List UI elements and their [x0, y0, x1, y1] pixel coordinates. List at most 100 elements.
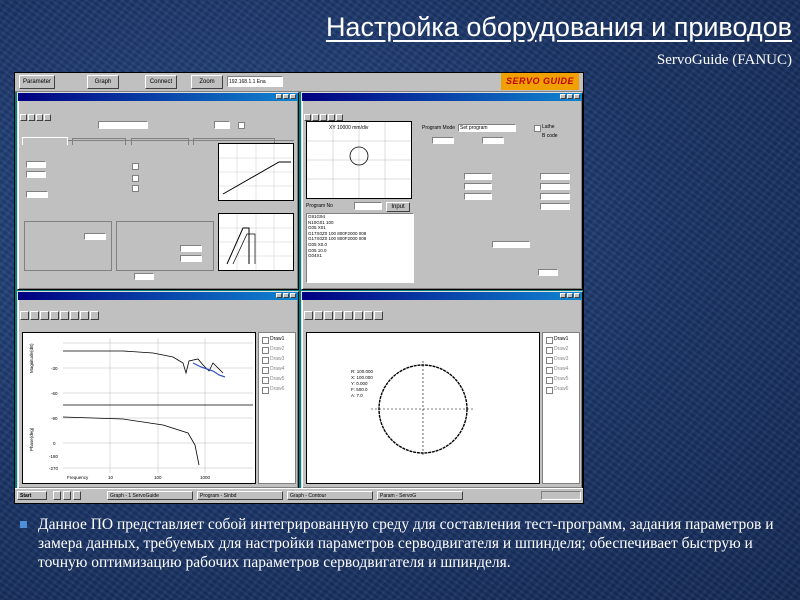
- option-checkbox-2[interactable]: [132, 175, 139, 182]
- legend-checkbox[interactable]: [262, 337, 269, 344]
- program-mode-select[interactable]: Set program: [458, 124, 516, 132]
- tab-arc[interactable]: [130, 138, 189, 145]
- graph-contour-menubar[interactable]: [302, 300, 582, 307]
- parameter-menubar[interactable]: [18, 101, 298, 108]
- max-acc-field[interactable]: [540, 183, 570, 190]
- contour-info: F: 500.0: [351, 387, 368, 392]
- zoom-button[interactable]: Zoom: [191, 75, 223, 89]
- accel-field-2[interactable]: [26, 171, 46, 178]
- contour-mode-select[interactable]: [492, 241, 530, 248]
- max-accel-field-2[interactable]: [134, 273, 154, 280]
- taskbar-item[interactable]: Program - Sinbd: [197, 491, 283, 500]
- length-field[interactable]: [464, 173, 492, 180]
- legend-item: Draw4: [270, 366, 285, 372]
- servoguide-logo: SERVO GUIDE: [501, 73, 579, 90]
- start-button[interactable]: Start: [17, 491, 47, 500]
- connect-button[interactable]: Connect: [145, 75, 177, 89]
- bode-xtick: 1000: [200, 475, 211, 480]
- sequence-field[interactable]: [538, 269, 558, 276]
- axis-select[interactable]: [214, 121, 230, 129]
- bode-legend: Draw1 Draw2 Draw3 Draw4 Draw5 Draw6: [258, 332, 296, 484]
- legend-item: Draw2: [554, 346, 569, 352]
- program-window-titlebar[interactable]: [302, 93, 582, 101]
- quicklaunch-icon[interactable]: [53, 491, 61, 500]
- program-code-list[interactable]: G91G94 N10G01 100 G05 X01 G17X0Z0 100 80…: [306, 213, 414, 283]
- contour-info: Y: 0.000: [351, 381, 368, 386]
- repeat-field[interactable]: [540, 203, 570, 210]
- legend-checkbox[interactable]: [262, 367, 269, 374]
- legend-checkbox[interactable]: [546, 377, 553, 384]
- tab-corner[interactable]: [72, 138, 127, 145]
- slide-title: Настройка оборудования и приводов: [325, 12, 792, 42]
- bode-plot: Magnitude(dB) Phase(deg) -30 -60 -90 0 -…: [22, 332, 256, 484]
- max-accel-field[interactable]: [26, 191, 48, 198]
- legend-checkbox[interactable]: [262, 357, 269, 364]
- contour-info: R: 100.000: [351, 369, 374, 374]
- accel-field-1[interactable]: [26, 161, 46, 168]
- legend-checkbox[interactable]: [546, 367, 553, 374]
- app-toolbar: Parameter Graph Connect Zoom 192.168.1.1…: [15, 73, 583, 92]
- graph-button[interactable]: Graph: [87, 75, 119, 89]
- legend-item: Draw5: [270, 376, 285, 382]
- accel-time-plot: [218, 213, 294, 271]
- option-checkbox-3[interactable]: [132, 185, 139, 192]
- legend-item: Draw6: [270, 386, 285, 392]
- code-line: G04X1: [308, 253, 323, 259]
- parameter-checkbox[interactable]: [238, 122, 245, 129]
- tapping-field[interactable]: [464, 193, 492, 200]
- bullet-icon: [20, 521, 27, 528]
- radius-field[interactable]: [540, 173, 570, 180]
- contour-legend: Draw1 Draw2 Draw3 Draw4 Draw5 Draw6: [542, 332, 580, 484]
- bode-ytick: -270: [49, 466, 59, 471]
- program-menubar[interactable]: [302, 101, 582, 108]
- bode-xlabel: Frequency: [67, 475, 89, 480]
- program-toolbar: [302, 108, 582, 121]
- legend-checkbox[interactable]: [262, 387, 269, 394]
- program-no-field[interactable]: [354, 202, 382, 210]
- legend-checkbox[interactable]: [262, 347, 269, 354]
- horiz-axis-select[interactable]: [432, 137, 454, 144]
- lathe-checkbox[interactable]: [534, 125, 541, 132]
- legend-item: Draw2: [270, 346, 285, 352]
- legend-checkbox[interactable]: [546, 357, 553, 364]
- bode-ytick: -60: [51, 391, 58, 396]
- time-field[interactable]: [84, 233, 106, 240]
- feedrate-field[interactable]: [464, 183, 492, 190]
- velocity-field[interactable]: [540, 193, 570, 200]
- graph-bode-menubar[interactable]: [18, 300, 298, 307]
- option-checkbox-1[interactable]: [132, 163, 139, 170]
- graph-window-bode-titlebar[interactable]: [18, 292, 298, 300]
- graph-window-bode: Magnitude(dB) Phase(deg) -30 -60 -90 0 -…: [17, 291, 299, 489]
- legend-item: Draw5: [554, 376, 569, 382]
- legend-checkbox[interactable]: [546, 387, 553, 394]
- parameter-window-titlebar[interactable]: [18, 93, 298, 101]
- graph-bode-toolbar: [18, 307, 298, 320]
- taskbar-item[interactable]: Param - ServoG: [377, 491, 463, 500]
- parameter-button[interactable]: Parameter: [19, 75, 55, 89]
- acc-after-interp-group: [24, 221, 112, 271]
- graph-window-contour-titlebar[interactable]: [302, 292, 582, 300]
- group-select[interactable]: [98, 121, 148, 129]
- legend-checkbox[interactable]: [262, 377, 269, 384]
- vert-axis-select[interactable]: [482, 137, 504, 144]
- parameter-toolbar: [18, 108, 298, 121]
- t2-field[interactable]: [180, 255, 202, 262]
- quicklaunch-icon[interactable]: [73, 491, 81, 500]
- host-field[interactable]: 192.168.1.1 Ena: [227, 76, 283, 87]
- contour-info: X: 100.000: [351, 375, 373, 380]
- legend-checkbox[interactable]: [546, 337, 553, 344]
- legend-item: Draw1: [270, 336, 285, 342]
- taskbar-item[interactable]: Graph - Contour: [287, 491, 373, 500]
- quicklaunch-icon[interactable]: [63, 491, 71, 500]
- bode-ytick: -30: [51, 366, 58, 371]
- bcode-label: B code: [542, 133, 558, 139]
- servoguide-screenshot: Parameter Graph Connect Zoom 192.168.1.1…: [14, 72, 584, 504]
- taskbar-item[interactable]: Graph - 1 ServoGuide: [107, 491, 193, 500]
- contour-plot: R: 100.000 X: 100.000 Y: 0.000 F: 500.0 …: [306, 332, 540, 484]
- tab-time-constant[interactable]: [22, 137, 68, 145]
- t1-field[interactable]: [180, 245, 202, 252]
- input-button[interactable]: Input: [386, 202, 410, 212]
- system-tray: [541, 491, 581, 500]
- parameter-window: [17, 92, 299, 290]
- legend-checkbox[interactable]: [546, 347, 553, 354]
